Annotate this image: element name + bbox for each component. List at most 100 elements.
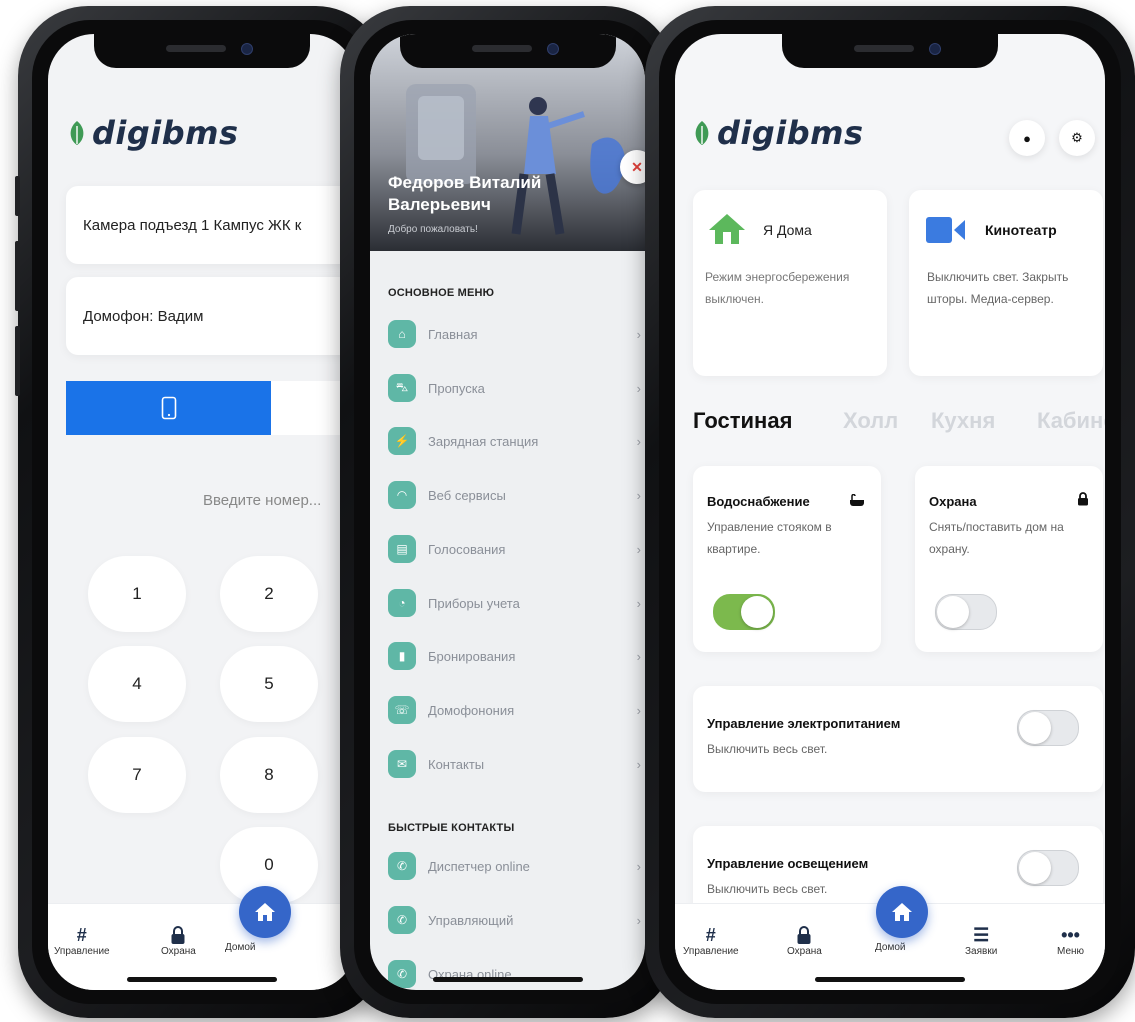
list-icon: ☰ xyxy=(973,925,990,945)
scene-home-card[interactable]: Я Дома Режим энергосбережения выключен. xyxy=(693,190,887,376)
notch xyxy=(399,34,616,68)
water-toggle[interactable] xyxy=(713,594,775,630)
tab-label: Охрана xyxy=(787,946,822,957)
leaf-icon xyxy=(70,121,84,145)
camera-card[interactable]: Камера подъезд 1 Кампус ЖК к xyxy=(66,186,356,264)
tab-kitchen[interactable]: Кухня xyxy=(931,408,995,434)
tab-home[interactable]: Домой xyxy=(225,942,255,953)
water-title: Водоснабжение xyxy=(707,494,810,509)
lighting-title: Управление освещением xyxy=(707,856,869,871)
menu-item-votes[interactable]: ▤ Голосования › xyxy=(388,529,645,569)
key-7[interactable]: 7 xyxy=(88,737,186,813)
tab-study[interactable]: Кабине xyxy=(1037,408,1105,434)
brand-logo: digibms xyxy=(693,114,864,152)
tab-control[interactable]: # Управление xyxy=(54,924,110,957)
home-indicator xyxy=(432,977,583,982)
security-title: Охрана xyxy=(929,494,977,509)
chat-button[interactable]: ● xyxy=(1009,120,1045,156)
contact-security[interactable]: ✆ Охрана online › xyxy=(388,954,645,990)
menu-item-bookings[interactable]: ▮ Бронирования › xyxy=(388,636,645,676)
chevron-right-icon: › xyxy=(636,756,641,772)
phone-menu: Федоров Виталий Валерьевич Добро пожалов… xyxy=(340,6,675,1018)
tab-security[interactable]: Охрана xyxy=(787,924,822,957)
security-toggle[interactable] xyxy=(935,594,997,630)
phone-icon xyxy=(161,396,176,420)
phone-icon: ✆ xyxy=(388,906,416,934)
key-8[interactable]: 8 xyxy=(220,737,318,813)
menu-item-charging[interactable]: ⚡ Зарядная станция › xyxy=(388,421,645,461)
video-camera-icon xyxy=(926,217,965,243)
lock-icon xyxy=(171,926,185,944)
menu-item-home[interactable]: ⌂ Главная › xyxy=(388,314,645,354)
tab-label: Заявки xyxy=(965,946,998,957)
home-fab[interactable] xyxy=(876,886,928,938)
meter-icon: ◔ xyxy=(388,589,416,617)
charging-icon: ⚡ xyxy=(388,427,416,455)
contact-dispatcher[interactable]: ✆ Диспетчер online › xyxy=(388,846,645,886)
water-card: Водоснабжение Управление стояком в кварт… xyxy=(693,466,881,652)
tab-label: Меню xyxy=(1057,946,1085,957)
user-name: Федоров Виталий Валерьевич xyxy=(388,173,542,214)
contact-manager[interactable]: ✆ Управляющий › xyxy=(388,900,645,940)
key-4[interactable]: 4 xyxy=(88,646,186,722)
tab-requests[interactable]: ☰ Заявки xyxy=(965,924,997,957)
number-input[interactable]: Введите номер... xyxy=(203,492,321,509)
key-5[interactable]: 5 xyxy=(220,646,318,722)
mail-icon: ✉ xyxy=(388,750,416,778)
scene-home-text: Режим энергосбережения выключен. xyxy=(705,270,850,306)
power-toggle[interactable] xyxy=(1017,710,1079,746)
tab-menu[interactable]: ••• Меню xyxy=(1057,924,1084,957)
lighting-toggle[interactable] xyxy=(1017,850,1079,886)
intercom-card[interactable]: Домофон: Вадим xyxy=(66,277,356,355)
user-settings-icon: ⚙ xyxy=(1071,130,1083,145)
phone-tab[interactable] xyxy=(66,381,271,435)
scene-home-title: Я Дома xyxy=(763,222,812,238)
notch xyxy=(94,34,310,68)
intercom-label: Домофон: Вадим xyxy=(83,307,204,325)
tab-label: Охрана xyxy=(161,946,196,957)
bookmark-icon: ▮ xyxy=(388,642,416,670)
menu-item-web-services[interactable]: ◠ Веб сервисы › xyxy=(388,475,645,515)
security-text: Снять/поставить дом на охрану. xyxy=(929,520,1064,556)
tab-hall[interactable]: Холл xyxy=(843,408,898,434)
profile-settings-button[interactable]: ⚙ xyxy=(1059,120,1095,156)
keypad-screen: digibms Камера подъезд 1 Кампус ЖК к Дом… xyxy=(48,34,356,990)
chevron-right-icon: › xyxy=(636,541,641,557)
scene-cinema-card[interactable]: Кинотеатр Выключить свет. Закрыть шторы.… xyxy=(909,190,1103,376)
phone-keypad: digibms Камера подъезд 1 Кампус ЖК к Дом… xyxy=(15,6,386,1018)
home-icon xyxy=(255,903,275,921)
hash-icon: # xyxy=(76,925,87,945)
chevron-right-icon: › xyxy=(636,648,641,664)
power-card: Управление электропитанием Выключить вес… xyxy=(693,686,1103,792)
brand-name: digibms xyxy=(717,114,864,152)
chevron-right-icon: › xyxy=(636,326,641,342)
menu-item-meters[interactable]: ◔ Приборы учета › xyxy=(388,583,645,623)
greeting: Добро пожаловать! xyxy=(388,224,478,235)
phone-dashboard: digibms ● ⚙ Я Дома Режим энергосбережени… xyxy=(645,6,1135,1018)
key-2[interactable]: 2 xyxy=(220,556,318,632)
room-tabs: Гостиная Холл Кухня Кабине xyxy=(693,408,1105,448)
key-1[interactable]: 1 xyxy=(88,556,186,632)
menu-screen: Федоров Виталий Валерьевич Добро пожалов… xyxy=(370,34,645,990)
home-icon xyxy=(892,903,912,921)
menu-item-intercom[interactable]: ☏ Домофонония › xyxy=(388,690,645,730)
dashboard-screen: digibms ● ⚙ Я Дома Режим энергосбережени… xyxy=(675,34,1105,990)
quick-contacts-title: БЫСТРЫЕ КОНТАКТЫ xyxy=(388,822,515,834)
chevron-right-icon: › xyxy=(636,702,641,718)
notch xyxy=(782,34,998,68)
hash-icon: # xyxy=(705,925,716,945)
home-fab[interactable] xyxy=(239,886,291,938)
menu-item-passes[interactable]: ⛍ Пропуска › xyxy=(388,368,645,408)
brand-logo: digibms xyxy=(68,114,239,152)
chevron-right-icon: › xyxy=(636,912,641,928)
main-menu-title: ОСНОВНОЕ МЕНЮ xyxy=(388,287,495,299)
tab-control[interactable]: # Управление xyxy=(683,924,739,957)
scene-cinema-title: Кинотеатр xyxy=(985,222,1057,238)
tab-security[interactable]: Охрана xyxy=(161,924,196,957)
power-text: Выключить весь свет. xyxy=(707,742,828,756)
vote-icon: ▤ xyxy=(388,535,416,563)
brand-name: digibms xyxy=(92,114,239,152)
menu-item-contacts[interactable]: ✉ Контакты › xyxy=(388,744,645,784)
tab-living-room[interactable]: Гостиная xyxy=(693,408,792,434)
tab-home[interactable]: Домой xyxy=(875,942,905,953)
